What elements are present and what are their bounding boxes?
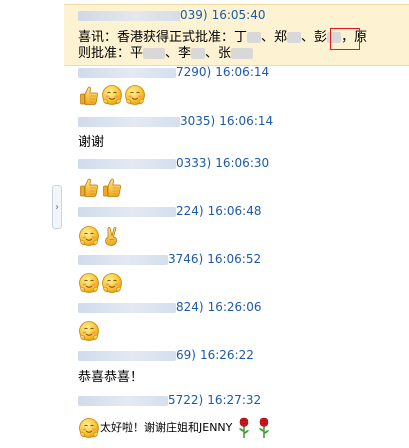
blushing-face-icon bbox=[78, 417, 100, 439]
chat-message: 0333) 16:06:30 bbox=[64, 155, 409, 205]
chat-message: 224) 16:06:48 bbox=[64, 203, 409, 253]
message-time: 16:26:22 bbox=[199, 348, 254, 362]
text-segment: 、 bbox=[301, 30, 315, 45]
message-header: 824) 16:26:06 bbox=[78, 299, 262, 315]
sender-name-redacted bbox=[78, 395, 168, 406]
message-time: 16:26:06 bbox=[207, 300, 262, 314]
emoji-row bbox=[78, 320, 101, 346]
chat-message: 5722) 16:27:32 太好啦！谢谢庄姐和JENNY bbox=[64, 392, 409, 448]
message-time: 16:06:14 bbox=[219, 114, 274, 128]
sender-id: 3746) bbox=[168, 252, 204, 266]
left-gutter bbox=[0, 0, 56, 448]
message-header: 0333) 16:06:30 bbox=[78, 155, 269, 171]
blushing-face-icon bbox=[78, 225, 100, 247]
sender-name-redacted bbox=[78, 206, 176, 217]
collapse-handle[interactable]: › bbox=[52, 185, 62, 229]
redacted-name bbox=[143, 48, 166, 59]
sender-id: 039) bbox=[180, 8, 208, 22]
thumbs-up-icon bbox=[78, 84, 100, 106]
message-text: 太好啦！谢谢庄姐和JENNY bbox=[100, 421, 233, 434]
sender-name-redacted bbox=[78, 302, 176, 313]
sender-name-redacted bbox=[78, 116, 180, 127]
sender-id: 5722) bbox=[168, 393, 204, 407]
rose-icon bbox=[256, 417, 272, 439]
chat-message: 039) 16:05:40 喜讯：香港获得正式批准：丁 、郑 、彭 ，原 则批准：平 、李… bbox=[64, 4, 409, 66]
message-time: 16:27:32 bbox=[207, 393, 262, 407]
sender-id: 69) bbox=[176, 348, 196, 362]
blushing-face-icon bbox=[101, 272, 123, 294]
chat-message: 3746) 16:06:52 bbox=[64, 251, 409, 301]
boxed-name: 彭 bbox=[314, 30, 328, 45]
message-header: 69) 16:26:22 bbox=[78, 347, 254, 363]
thumbs-up-icon bbox=[101, 176, 123, 198]
victory-hand-icon bbox=[101, 225, 123, 247]
sender-name-redacted bbox=[78, 350, 176, 361]
highlight-box bbox=[330, 28, 360, 50]
rose-icon bbox=[236, 417, 252, 439]
blushing-face-icon bbox=[101, 84, 123, 106]
text-segment: 喜讯：香港获得正式批准：丁 bbox=[78, 30, 248, 45]
message-time: 16:06:48 bbox=[207, 204, 262, 218]
thumbs-up-icon bbox=[78, 176, 100, 198]
message-text-line: 则批准：平 、李 、张 bbox=[78, 45, 254, 62]
text-segment: 、张 bbox=[205, 46, 232, 61]
text-segment: 则批准：平 bbox=[78, 46, 144, 61]
emoji-row bbox=[78, 225, 124, 251]
message-time: 16:05:40 bbox=[211, 8, 266, 22]
text-segment: 、郑 bbox=[261, 30, 288, 45]
sender-id: 824) bbox=[176, 300, 204, 314]
message-text: 谢谢 bbox=[78, 135, 105, 150]
message-header: 7290) 16:06:14 bbox=[78, 64, 269, 80]
redacted-name bbox=[191, 48, 206, 59]
message-text-line: 喜讯：香港获得正式批准：丁 、郑 、彭 ，原 bbox=[78, 29, 367, 46]
sender-id: 7290) bbox=[176, 65, 212, 79]
chat-message: 3035) 16:06:14 谢谢 bbox=[64, 113, 409, 157]
message-time: 16:06:14 bbox=[215, 65, 270, 79]
message-header: 5722) 16:27:32 bbox=[78, 392, 261, 408]
message-time: 16:06:52 bbox=[207, 252, 262, 266]
sender-name-redacted bbox=[78, 67, 176, 78]
emoji-row bbox=[78, 84, 147, 110]
sender-id: 0333) bbox=[176, 156, 212, 170]
chat-log: 039) 16:05:40 喜讯：香港获得正式批准：丁 、郑 、彭 ，原 则批准：平 、李… bbox=[64, 0, 409, 448]
blushing-face-icon bbox=[124, 84, 146, 106]
sender-id: 3035) bbox=[180, 114, 216, 128]
message-header: 039) 16:05:40 bbox=[78, 7, 266, 23]
sender-name-redacted bbox=[78, 254, 168, 265]
chat-message: 69) 16:26:22 恭喜恭喜！ bbox=[64, 347, 409, 393]
redacted-name bbox=[287, 32, 302, 43]
chat-message: 7290) 16:06:14 bbox=[64, 64, 409, 116]
message-text: 恭喜恭喜！ bbox=[78, 370, 144, 385]
emoji-row bbox=[78, 176, 124, 202]
message-header: 3746) 16:06:52 bbox=[78, 251, 261, 267]
message-header: 224) 16:06:48 bbox=[78, 203, 262, 219]
sender-name-redacted bbox=[78, 158, 176, 169]
message-header: 3035) 16:06:14 bbox=[78, 113, 273, 129]
emoji-row bbox=[78, 272, 124, 298]
sender-id: 224) bbox=[176, 204, 204, 218]
message-text-line: 太好啦！谢谢庄姐和JENNY bbox=[78, 416, 272, 440]
chat-message: 824) 16:26:06 bbox=[64, 299, 409, 349]
text-segment: 、李 bbox=[165, 46, 192, 61]
sender-name-redacted bbox=[78, 10, 180, 21]
redacted-name bbox=[231, 48, 254, 59]
message-time: 16:06:30 bbox=[215, 156, 270, 170]
redacted-name bbox=[247, 32, 262, 43]
blushing-face-icon bbox=[78, 272, 100, 294]
blushing-face-icon bbox=[78, 320, 100, 342]
